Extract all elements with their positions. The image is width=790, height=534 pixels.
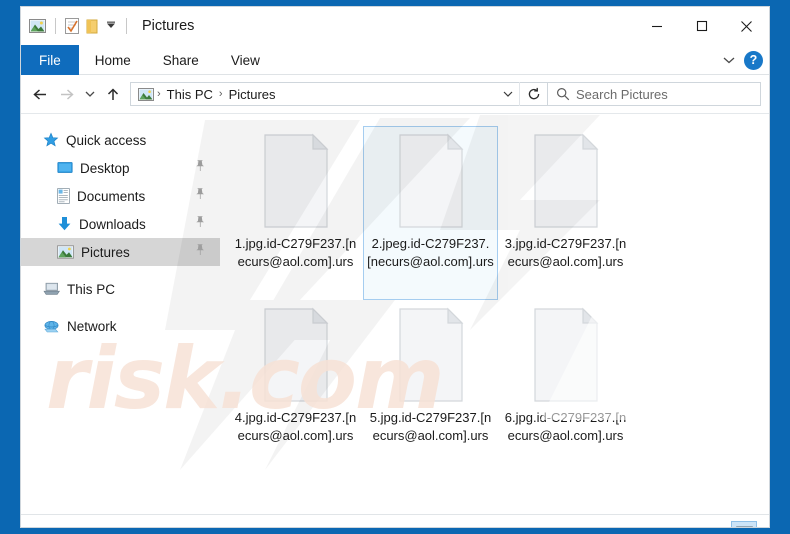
help-icon[interactable]: ? xyxy=(744,50,763,70)
sidebar-item-quick-access[interactable]: Quick access xyxy=(21,126,220,154)
file-name: 6.jpg.id-C279F237.[necurs@aol.com].urs xyxy=(504,410,627,443)
documents-icon xyxy=(57,188,70,204)
tab-home[interactable]: Home xyxy=(79,45,147,75)
toolbar-separator-2 xyxy=(126,18,127,34)
file-name: 3.jpg.id-C279F237.[necurs@aol.com].urs xyxy=(504,236,627,269)
sidebar-label-documents: Documents xyxy=(77,188,146,204)
expand-ribbon-chevron-icon[interactable] xyxy=(722,55,736,65)
recent-locations-button[interactable] xyxy=(79,81,100,107)
file-item-6[interactable]: 6.jpg.id-C279F237.[necurs@aol.com].urs xyxy=(498,300,633,474)
sidebar-item-desktop[interactable]: Desktop xyxy=(21,154,220,182)
file-icon xyxy=(257,133,335,229)
sidebar-gap-1 xyxy=(21,266,220,275)
sidebar-item-documents[interactable]: Documents xyxy=(21,182,220,210)
minimize-button[interactable] xyxy=(634,7,679,45)
file-item-2[interactable]: 2.jpeg.id-C279F237.[necurs@aol.com].urs xyxy=(363,126,498,300)
downloads-icon xyxy=(57,216,72,232)
tab-file[interactable]: File xyxy=(21,45,79,75)
pin-icon-downloads[interactable] xyxy=(194,215,206,233)
breadcrumb: › This PC › Pictures xyxy=(131,87,497,102)
refresh-icon[interactable] xyxy=(519,82,547,106)
navigation-pane: Quick access Desktop Documents Downloads… xyxy=(21,114,220,514)
toolbar-separator-1 xyxy=(55,18,56,34)
back-button[interactable] xyxy=(27,81,53,107)
search-icon xyxy=(556,87,570,101)
file-icon xyxy=(527,133,605,229)
breadcrumb-separator-1[interactable]: › xyxy=(218,88,224,100)
item-count-label: 6 items xyxy=(35,526,77,528)
sidebar-label-desktop: Desktop xyxy=(80,160,130,176)
sidebar-item-downloads[interactable]: Downloads xyxy=(21,210,220,238)
sidebar-item-pictures[interactable]: Pictures xyxy=(21,238,220,266)
pin-icon-documents[interactable] xyxy=(194,187,206,205)
explorer-content: Quick access Desktop Documents Downloads… xyxy=(21,113,769,514)
address-dropdown-icon[interactable] xyxy=(497,83,519,105)
up-button[interactable] xyxy=(100,81,126,107)
ribbon-tab-strip: File Home Share View ? xyxy=(21,45,769,75)
navigation-bar: › This PC › Pictures Search Pictures xyxy=(21,75,769,113)
file-list-pane[interactable]: 1.jpg.id-C279F237.[necurs@aol.com].urs 2… xyxy=(220,114,769,514)
file-grid: 1.jpg.id-C279F237.[necurs@aol.com].urs 2… xyxy=(228,126,763,474)
file-icon xyxy=(392,133,470,229)
maximize-button[interactable] xyxy=(679,7,724,45)
file-icon xyxy=(257,307,335,403)
breadcrumb-separator-0[interactable]: › xyxy=(156,88,162,100)
sidebar-item-network[interactable]: Network xyxy=(21,312,220,340)
file-icon xyxy=(392,307,470,403)
window-controls xyxy=(634,7,769,45)
quick-access-toolbar: Pictures xyxy=(21,7,194,45)
file-explorer-window: Pictures File Home Share View ? › This P… xyxy=(20,6,770,528)
file-icon xyxy=(527,307,605,403)
search-input[interactable]: Search Pictures xyxy=(576,87,668,102)
forward-button[interactable] xyxy=(53,81,79,107)
ribbon-right-controls: ? xyxy=(722,45,763,75)
file-name: 5.jpg.id-C279F237.[necurs@aol.com].urs xyxy=(369,410,492,443)
desktop-icon xyxy=(57,161,73,175)
this-pc-icon xyxy=(43,282,60,296)
title-bar: Pictures xyxy=(21,7,769,45)
sidebar-label-quick-access: Quick access xyxy=(66,132,147,148)
sidebar-label-downloads: Downloads xyxy=(79,216,146,232)
network-icon xyxy=(43,319,60,333)
file-name: 1.jpg.id-C279F237.[necurs@aol.com].urs xyxy=(234,236,357,269)
file-item-4[interactable]: 4.jpg.id-C279F237.[necurs@aol.com].urs xyxy=(228,300,363,474)
address-bar[interactable]: › This PC › Pictures xyxy=(130,82,548,106)
sidebar-label-pictures: Pictures xyxy=(81,244,130,260)
pin-icon-desktop[interactable] xyxy=(194,159,206,177)
sidebar-item-this-pc[interactable]: This PC xyxy=(21,275,220,303)
file-name: 4.jpg.id-C279F237.[necurs@aol.com].urs xyxy=(234,410,357,443)
pictures-icon xyxy=(57,245,74,259)
sidebar-label-network: Network xyxy=(67,318,117,334)
large-icons-view-button[interactable] xyxy=(731,521,757,527)
new-folder-icon[interactable] xyxy=(86,19,98,34)
breadcrumb-pictures-icon xyxy=(138,87,154,101)
search-box[interactable]: Search Pictures xyxy=(548,82,761,106)
details-view-button[interactable] xyxy=(699,521,725,527)
desktop-background: risk.com Pictures File Home Share View ?… xyxy=(0,0,790,534)
pictures-folder-icon[interactable] xyxy=(29,19,46,33)
sidebar-gap-2 xyxy=(21,303,220,312)
breadcrumb-item-pictures[interactable]: Pictures xyxy=(226,87,279,102)
tab-view[interactable]: View xyxy=(215,45,276,75)
view-mode-buttons xyxy=(699,521,757,527)
window-title: Pictures xyxy=(142,17,195,34)
sidebar-label-this-pc: This PC xyxy=(67,281,116,297)
close-button[interactable] xyxy=(724,7,769,45)
status-bar: 6 items xyxy=(21,514,769,528)
star-icon xyxy=(43,132,59,148)
file-item-3[interactable]: 3.jpg.id-C279F237.[necurs@aol.com].urs xyxy=(498,126,633,300)
customize-chevron-icon[interactable] xyxy=(105,20,117,32)
tab-share[interactable]: Share xyxy=(147,45,215,75)
file-item-5[interactable]: 5.jpg.id-C279F237.[necurs@aol.com].urs xyxy=(363,300,498,474)
file-name: 2.jpeg.id-C279F237.[necurs@aol.com].urs xyxy=(367,236,494,269)
breadcrumb-item-this-pc[interactable]: This PC xyxy=(164,87,216,102)
pin-icon-pictures[interactable] xyxy=(194,243,206,261)
properties-icon[interactable] xyxy=(65,18,79,34)
file-item-1[interactable]: 1.jpg.id-C279F237.[necurs@aol.com].urs xyxy=(228,126,363,300)
